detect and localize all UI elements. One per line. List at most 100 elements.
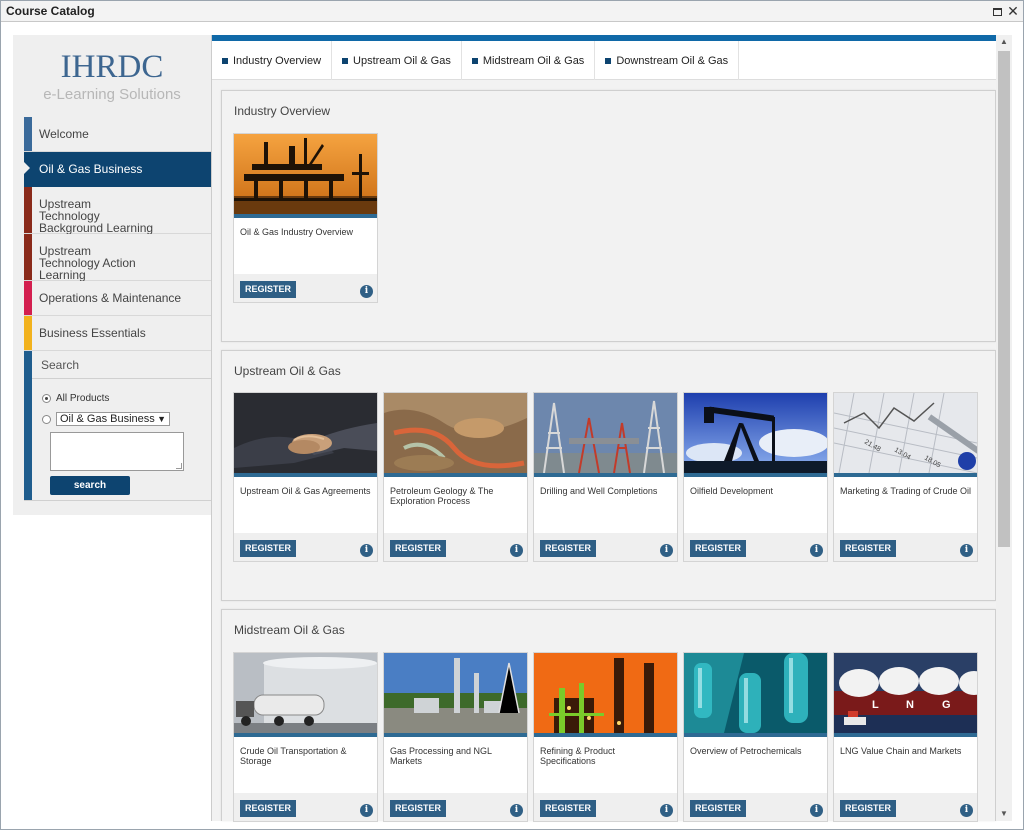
bullet-icon: [342, 57, 349, 64]
scroll-up-icon[interactable]: ▲: [996, 35, 1012, 49]
course-name: LNG Value Chain and Markets: [840, 746, 962, 756]
search-heading: Search: [32, 351, 211, 379]
nav-item-label: Upstream Technology Action Learning: [39, 244, 136, 282]
course-footer: REGISTER i: [384, 533, 527, 561]
course-footer: REGISTER i: [684, 793, 827, 821]
title-bar: Course Catalog ✕: [1, 1, 1023, 22]
course-card: 21.48 13.04 18.05 Marketing & Trading of…: [833, 392, 978, 562]
register-button[interactable]: REGISTER: [240, 800, 296, 817]
sidebar: IHRDC e-Learning Solutions Welcome Oil &…: [13, 35, 211, 515]
course-stripe: [234, 733, 377, 737]
resize-grip-icon[interactable]: [176, 463, 182, 469]
search-button[interactable]: search: [50, 476, 130, 495]
course-stripe: [834, 733, 977, 737]
register-button[interactable]: REGISTER: [690, 800, 746, 817]
nav-item-label: Operations & Maintenance: [39, 291, 182, 305]
section-industry-overview: Industry Overview Oil & Gas Industry Ove…: [221, 90, 996, 342]
nav-item-operations-maintenance[interactable]: Operations & Maintenance: [24, 281, 211, 316]
course-name: Upstream Oil & Gas Agreements: [240, 486, 371, 496]
close-icon[interactable]: ✕: [1005, 3, 1021, 19]
course-card: Refining & Product Specifications REGIST…: [533, 652, 678, 822]
tab-midstream[interactable]: Midstream Oil & Gas: [462, 41, 596, 80]
search-panel: Search All Products Oil & Gas Business ▼…: [24, 351, 211, 501]
course-name: Petroleum Geology & The Exploration Proc…: [390, 486, 494, 506]
course-card: Gas Processing and NGL Markets REGISTER …: [383, 652, 528, 822]
course-image-gas-plant: [384, 653, 527, 733]
info-icon[interactable]: i: [360, 544, 373, 557]
course-name: Refining & Product Specifications: [540, 746, 616, 766]
course-image-pumpjack: [684, 393, 827, 473]
info-icon[interactable]: i: [810, 804, 823, 817]
nav-item-upstream-action[interactable]: Upstream Technology Action Learning: [24, 234, 211, 281]
course-card: Oilfield Development REGISTER i: [683, 392, 828, 562]
info-icon[interactable]: i: [960, 544, 973, 557]
course-card: Upstream Oil & Gas Agreements REGISTER i: [233, 392, 378, 562]
course-name: Oilfield Development: [690, 486, 774, 496]
register-button[interactable]: REGISTER: [840, 800, 896, 817]
scroll-down-icon[interactable]: ▼: [996, 807, 1012, 821]
course-card: Overview of Petrochemicals REGISTER i: [683, 652, 828, 822]
tab-downstream[interactable]: Downstream Oil & Gas: [595, 41, 740, 80]
radio-filter[interactable]: Oil & Gas Business ▼: [42, 412, 170, 426]
register-button[interactable]: REGISTER: [240, 540, 296, 557]
nav-item-oil-gas-business[interactable]: Oil & Gas Business: [24, 152, 211, 187]
search-input[interactable]: [50, 432, 184, 471]
section-title: Midstream Oil & Gas: [234, 623, 345, 637]
course-image-financial-chart: 21.48 13.04 18.05: [834, 393, 977, 473]
nav-item-business-essentials[interactable]: Business Essentials: [24, 316, 211, 351]
category-select[interactable]: Oil & Gas Business ▼: [56, 412, 170, 426]
section-title: Industry Overview: [234, 104, 331, 118]
course-stripe: [834, 473, 977, 477]
tab-label: Industry Overview: [233, 54, 322, 67]
vertical-scrollbar[interactable]: ▲ ▼: [996, 35, 1012, 821]
nav-item-label: Business Essentials: [39, 326, 146, 340]
register-button[interactable]: REGISTER: [390, 540, 446, 557]
course-name: Oil & Gas Industry Overview: [240, 227, 354, 237]
info-icon[interactable]: i: [360, 285, 373, 298]
course-stripe: [684, 473, 827, 477]
course-name: Overview of Petrochemicals: [690, 746, 802, 756]
catalog-main: Industry Overview Upstream Oil & Gas Mid…: [211, 35, 997, 822]
svg-text:G: G: [942, 699, 951, 711]
nav-item-upstream-background[interactable]: Upstream Technology Background Learning: [24, 187, 211, 234]
course-image-canyon: [384, 393, 527, 473]
info-icon[interactable]: i: [510, 804, 523, 817]
info-icon[interactable]: i: [660, 804, 673, 817]
course-stripe: [534, 473, 677, 477]
nav-item-label: Upstream Technology Background Learning: [39, 197, 154, 235]
course-footer: REGISTER i: [834, 793, 977, 821]
info-icon[interactable]: i: [660, 544, 673, 557]
info-icon[interactable]: i: [960, 804, 973, 817]
active-arrow-icon: [24, 162, 30, 174]
section-midstream: Midstream Oil & Gas Crude Oil Transporta…: [221, 609, 996, 822]
register-button[interactable]: REGISTER: [540, 540, 596, 557]
radio-all-products[interactable]: All Products: [42, 393, 109, 404]
course-image-offshore-platform: [234, 134, 377, 214]
info-icon[interactable]: i: [810, 544, 823, 557]
nav-item-welcome[interactable]: Welcome: [24, 117, 211, 152]
tab-upstream[interactable]: Upstream Oil & Gas: [332, 41, 462, 80]
register-button[interactable]: REGISTER: [240, 281, 296, 298]
scrollbar-thumb[interactable]: [998, 51, 1010, 547]
radio-unselected-icon[interactable]: [42, 414, 51, 424]
register-button[interactable]: REGISTER: [690, 540, 746, 557]
course-card: Crude Oil Transportation & Storage REGIS…: [233, 652, 378, 822]
register-button[interactable]: REGISTER: [540, 800, 596, 817]
info-icon[interactable]: i: [360, 804, 373, 817]
course-footer: REGISTER i: [234, 274, 377, 302]
maximize-icon[interactable]: [989, 3, 1005, 19]
radio-selected-icon[interactable]: [42, 394, 51, 403]
section-upstream: Upstream Oil & Gas Upstream Oil & Gas Ag…: [221, 350, 996, 601]
course-footer: REGISTER i: [834, 533, 977, 561]
info-icon[interactable]: i: [510, 544, 523, 557]
tab-industry-overview[interactable]: Industry Overview: [212, 41, 333, 80]
nav-color-bar: [24, 117, 32, 151]
register-button[interactable]: REGISTER: [840, 540, 896, 557]
nav-item-label: Oil & Gas Business: [39, 162, 143, 176]
course-card: Oil & Gas Industry Overview REGISTER i: [233, 133, 378, 303]
nav-color-bar: [24, 281, 32, 315]
course-footer: REGISTER i: [684, 533, 827, 561]
course-image-tanker-truck: [234, 653, 377, 733]
nav-color-bar: [24, 187, 32, 233]
register-button[interactable]: REGISTER: [390, 800, 446, 817]
